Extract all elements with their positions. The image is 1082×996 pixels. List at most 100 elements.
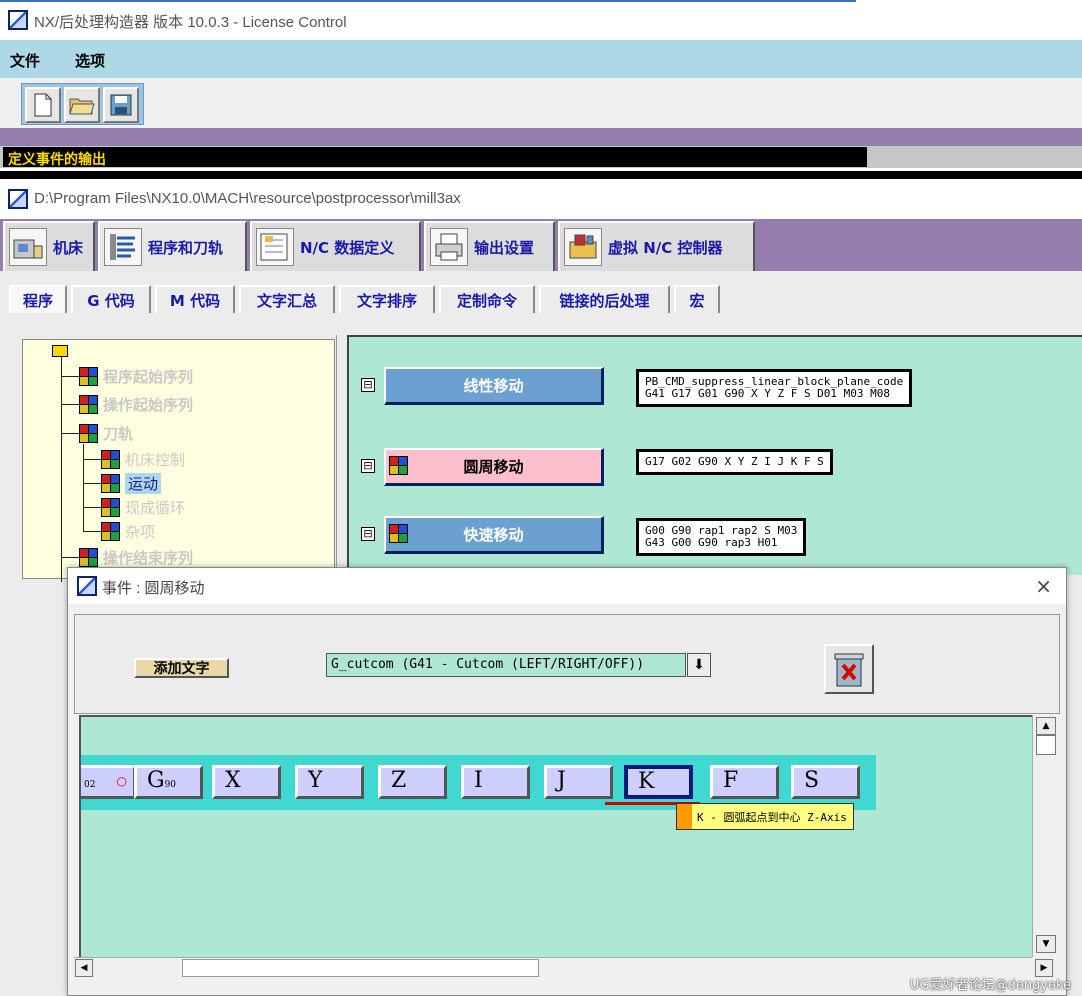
dialog-controls-panel: 添加文字 G_cutcom (G41 - Cutcom (LEFT/RIGHT/… xyxy=(74,614,1060,714)
horizontal-scrollbar[interactable]: ◀ ▶ xyxy=(74,957,1053,977)
tree-item-operation-start[interactable]: 操作起始序列 xyxy=(79,394,193,415)
subtab-program[interactable]: 程序 xyxy=(9,285,67,313)
status-bar: 定义事件的输出 xyxy=(0,146,1082,168)
open-file-button[interactable] xyxy=(64,87,100,123)
event-dialog: 事件 : 圆周移动 × 添加文字 G_cutcom (G41 - Cutcom … xyxy=(67,567,1067,996)
tree-item-machine-control[interactable]: 机床控制 xyxy=(101,449,185,470)
cube-icon xyxy=(79,423,99,444)
trash-button[interactable] xyxy=(824,644,874,694)
subtab-linked-posts[interactable]: 链接的后处理 xyxy=(539,285,670,313)
word-k[interactable]: K xyxy=(624,765,693,799)
status-panel: 定义事件的输出 xyxy=(3,147,867,168)
tree-item-canned-cycles[interactable]: 现成循环 xyxy=(101,497,185,518)
block-template-area: 02 ○ G90 X Y Z I J K F S K - 圆弧起点到中心 Z-A… xyxy=(79,715,1032,957)
tree-item-miscellaneous[interactable]: 杂项 xyxy=(101,521,155,542)
menu-file[interactable]: 文件 xyxy=(10,50,40,71)
save-disk-icon xyxy=(110,94,132,116)
close-icon[interactable]: × xyxy=(1035,574,1052,598)
event-rapid-move-code[interactable]: G00 G90 rap1 rap2 S M03 G43 G00 G90 rap3… xyxy=(636,518,807,556)
tree-connector xyxy=(83,507,101,508)
cube-icon xyxy=(101,473,121,494)
word-x[interactable]: X xyxy=(212,765,281,799)
tree-connector xyxy=(61,557,79,558)
word-f[interactable]: F xyxy=(710,765,779,799)
dropdown-arrow-icon[interactable]: ⬇ xyxy=(687,653,711,677)
collapse-icon[interactable]: ⊟ xyxy=(361,378,375,392)
nc-data-icon xyxy=(256,228,294,266)
event-icon xyxy=(389,456,409,476)
toolbar xyxy=(0,78,1082,128)
tree-item-operation-end[interactable]: 操作结束序列 xyxy=(79,547,193,568)
tree-item-program-start[interactable]: 程序起始序列 xyxy=(79,366,193,387)
cube-icon xyxy=(79,547,99,568)
open-folder-icon xyxy=(69,98,95,115)
scroll-up-icon[interactable]: ▲ xyxy=(1036,717,1056,735)
watermark: UG爱好者论坛@dengyeke xyxy=(910,978,1072,993)
tab-nc-data-definition-label: N/C 数据定义 xyxy=(300,238,395,257)
word-i[interactable]: I xyxy=(461,765,530,799)
word-z[interactable]: Z xyxy=(378,765,447,799)
event-linear-move-button[interactable]: 线性移动 xyxy=(384,367,604,405)
tab-output-settings[interactable]: 输出设置 xyxy=(424,221,555,271)
tree-item-label: 机床控制 xyxy=(125,451,186,469)
post-window-title-bar: D:\Program Files\NX10.0\MACH\resource\po… xyxy=(0,179,1082,219)
cube-icon xyxy=(79,394,99,415)
scroll-down-icon[interactable]: ▼ xyxy=(1036,935,1056,953)
scroll-left-icon[interactable]: ◀ xyxy=(75,959,93,977)
tree-connector xyxy=(61,376,79,377)
tab-machine-tool[interactable]: 机床 xyxy=(3,221,95,271)
tab-virtual-nc-controller[interactable]: 虚拟 N/C 控制器 xyxy=(558,221,755,271)
tree-item-motion[interactable]: 运动 xyxy=(101,473,162,494)
event-circular-move-button[interactable]: 圆周移动 xyxy=(384,448,604,486)
event-linear-move-code[interactable]: PB_CMD_suppress_linear_block_plane_code … xyxy=(636,369,913,407)
word-y[interactable]: Y xyxy=(295,765,364,799)
main-tab-bar: 机床 程序和刀轨 N/C 数据定义 输出设置 虚拟 N/C 控制器 xyxy=(0,219,1082,271)
collapse-icon[interactable]: ⊟ xyxy=(361,459,375,473)
tree-item-label: 刀轨 xyxy=(103,425,134,443)
subtab-g-code[interactable]: G 代码 xyxy=(71,285,151,313)
folder-icon xyxy=(52,345,68,357)
collapse-icon[interactable]: ⊟ xyxy=(361,527,375,541)
printer-icon xyxy=(430,228,468,266)
word-g02[interactable]: 02 ○ xyxy=(81,765,136,799)
tree-item-tool-path[interactable]: 刀轨 xyxy=(79,423,133,444)
tree-connector xyxy=(83,531,101,532)
word-select-combo[interactable]: G_cutcom (G41 - Cutcom (LEFT/RIGHT/OFF)) xyxy=(326,653,686,677)
modal-marker-icon: ○ xyxy=(116,774,127,788)
sub-tab-bar: 程序 G 代码 M 代码 文字汇总 文字排序 定制命令 链接的后处理 宏 xyxy=(0,271,1082,319)
menu-options[interactable]: 选项 xyxy=(75,50,105,71)
tab-virtual-nc-controller-label: 虚拟 N/C 控制器 xyxy=(608,238,723,257)
vertical-scrollbar[interactable]: ▲ ▼ xyxy=(1032,715,1058,957)
program-path-icon xyxy=(104,228,142,266)
tree-scrollbar[interactable] xyxy=(336,335,346,580)
save-button[interactable] xyxy=(103,87,139,123)
status-text: 定义事件的输出 xyxy=(8,152,106,168)
cube-icon xyxy=(79,366,99,387)
subtab-custom-command[interactable]: 定制命令 xyxy=(439,285,535,313)
virtual-controller-icon xyxy=(564,228,602,266)
new-file-button[interactable] xyxy=(25,87,61,123)
subtab-macro[interactable]: 宏 xyxy=(674,285,720,313)
app-title-bar: NX/后处理构造器 版本 10.0.3 - License Control xyxy=(0,0,1082,40)
add-word-button[interactable]: 添加文字 xyxy=(134,658,229,678)
tree-connector xyxy=(83,483,101,484)
menu-bar: 文件 选项 xyxy=(0,40,1082,78)
event-circular-move-code[interactable]: G17 G02 G90 X Y Z I J K F S xyxy=(636,449,833,475)
subtab-word-summary[interactable]: 文字汇总 xyxy=(239,285,335,313)
scroll-thumb[interactable] xyxy=(182,959,539,977)
word-g90[interactable]: G90 xyxy=(134,765,203,799)
subtab-word-sequencing[interactable]: 文字排序 xyxy=(339,285,435,313)
scroll-thumb[interactable] xyxy=(1036,735,1056,755)
tab-nc-data-definition[interactable]: N/C 数据定义 xyxy=(250,221,421,271)
tree-connector xyxy=(83,459,101,460)
word-s[interactable]: S xyxy=(791,765,860,799)
subtab-m-code[interactable]: M 代码 xyxy=(155,285,235,313)
purple-separator xyxy=(0,128,1082,146)
word-j[interactable]: J xyxy=(544,765,613,799)
tab-program-and-path[interactable]: 程序和刀轨 xyxy=(98,221,247,271)
trash-icon xyxy=(834,653,864,687)
tree-item-label: 程序起始序列 xyxy=(103,368,194,386)
event-rapid-move-button[interactable]: 快速移动 xyxy=(384,516,604,554)
tab-machine-tool-label: 机床 xyxy=(53,238,84,257)
event-icon xyxy=(389,524,409,544)
